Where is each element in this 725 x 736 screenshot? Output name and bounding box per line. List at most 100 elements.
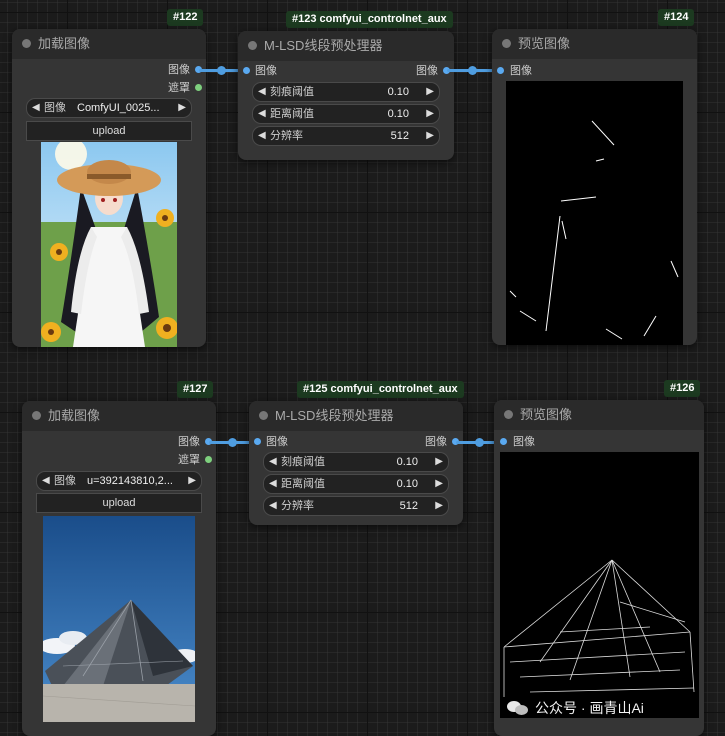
node-title-bar[interactable]: 加载图像: [22, 401, 216, 431]
arrow-left-icon[interactable]: ◀: [258, 83, 266, 101]
arrow-left-icon[interactable]: ◀: [32, 99, 40, 117]
load-image-node[interactable]: 加载图像 图像 遮罩 ◀ 图像 u=392143810,2... ▶ uploa…: [22, 401, 216, 736]
input-image-dot[interactable]: [254, 438, 261, 445]
loaded-image-preview: [43, 516, 195, 722]
link-midpoint-dot[interactable]: [217, 66, 226, 75]
output-mask-slot[interactable]: 遮罩: [178, 453, 200, 467]
widget-label: 距离阈值: [270, 108, 314, 120]
resolution-widget[interactable]: ◀ 分辨率 512 ▶: [263, 496, 449, 516]
widget-value: 512: [399, 500, 418, 512]
loaded-image-preview: [41, 142, 177, 347]
slot-label: 遮罩: [168, 82, 190, 94]
wechat-icon: [507, 699, 529, 717]
arrow-right-icon[interactable]: ▶: [435, 453, 443, 471]
node-title-bar[interactable]: 预览图像: [492, 29, 697, 59]
widget-value: 0.10: [396, 456, 418, 468]
link-midpoint-dot[interactable]: [228, 438, 237, 447]
node-id-badge: #124: [658, 9, 695, 26]
link-midpoint-dot[interactable]: [475, 438, 484, 447]
arrow-right-icon[interactable]: ▶: [188, 472, 196, 490]
resolution-widget[interactable]: ◀ 分辨率 512 ▶: [252, 126, 440, 146]
arrow-right-icon[interactable]: ▶: [426, 127, 434, 145]
output-image-slot[interactable]: 图像: [416, 64, 438, 78]
arrow-right-icon[interactable]: ▶: [435, 475, 443, 493]
slot-label: 遮罩: [178, 454, 200, 466]
link-midpoint-dot[interactable]: [468, 66, 477, 75]
node-title-bar[interactable]: M-LSD线段预处理器: [238, 31, 454, 61]
output-image-slot[interactable]: 图像: [168, 63, 190, 77]
distance-threshold-widget[interactable]: ◀ 距离阈值 0.10 ▶: [252, 104, 440, 124]
node-title-bar[interactable]: M-LSD线段预处理器: [249, 401, 463, 431]
input-image-dot[interactable]: [500, 438, 507, 445]
image-select-widget[interactable]: ◀ 图像 ComfyUI_0025... ▶: [26, 98, 192, 118]
node-title-bar[interactable]: 加载图像: [12, 29, 206, 59]
collapse-dot-icon[interactable]: [259, 411, 268, 420]
upload-button[interactable]: upload: [26, 121, 192, 141]
arrow-left-icon[interactable]: ◀: [269, 497, 277, 515]
node-id-badge: #123 comfyui_controlnet_aux: [286, 11, 453, 28]
slot-label: 图像: [513, 436, 535, 448]
slot-label: 图像: [510, 65, 532, 77]
output-mask-slot[interactable]: 遮罩: [168, 81, 190, 95]
input-image-slot[interactable]: 图像: [513, 435, 535, 449]
node-id-badge: #127: [177, 381, 214, 398]
output-image-slot[interactable]: 图像: [178, 435, 200, 449]
node-title: 预览图像: [518, 36, 571, 51]
input-image-dot[interactable]: [497, 67, 504, 74]
arrow-right-icon[interactable]: ▶: [435, 497, 443, 515]
preview-image-node[interactable]: 预览图像 图像: [492, 29, 697, 345]
mlsd-preprocessor-node[interactable]: M-LSD线段预处理器 图像 图像 ◀ 刻痕阈值 0.10 ▶ ◀ 距离阈值 0…: [238, 31, 454, 160]
arrow-left-icon[interactable]: ◀: [269, 453, 277, 471]
input-image-dot[interactable]: [243, 67, 250, 74]
arrow-left-icon[interactable]: ◀: [258, 127, 266, 145]
arrow-right-icon[interactable]: ▶: [178, 99, 186, 117]
watermark: 公众号 · 画青山Ai: [507, 696, 644, 720]
load-image-node[interactable]: 加载图像 图像 遮罩 ◀ 图像 ComfyUI_0025... ▶ upload: [12, 29, 206, 347]
widget-value: 512: [390, 130, 409, 142]
input-image-slot[interactable]: 图像: [510, 64, 532, 78]
node-title: 预览图像: [520, 407, 573, 422]
widget-value: u=392143810,2...: [87, 475, 173, 487]
node-title: M-LSD线段预处理器: [275, 408, 394, 423]
node-title-bar[interactable]: 预览图像: [494, 400, 704, 430]
arrow-left-icon[interactable]: ◀: [42, 472, 50, 490]
pyramid-line-segments-render: [503, 559, 695, 697]
node-id-badge: #126: [664, 380, 701, 397]
slot-label: 图像: [168, 64, 190, 76]
arrow-left-icon[interactable]: ◀: [258, 105, 266, 123]
input-image-slot[interactable]: 图像: [255, 64, 277, 78]
score-threshold-widget[interactable]: ◀ 刻痕阈值 0.10 ▶: [252, 82, 440, 102]
output-image-slot[interactable]: 图像: [425, 435, 447, 449]
upload-button[interactable]: upload: [36, 493, 202, 513]
watermark-text: 公众号 · 画青山Ai: [535, 700, 644, 716]
widget-value: 0.10: [387, 86, 409, 98]
input-image-slot[interactable]: 图像: [266, 435, 288, 449]
collapse-dot-icon[interactable]: [22, 39, 31, 48]
slot-label: 图像: [416, 65, 438, 77]
output-mask-dot[interactable]: [195, 84, 202, 91]
preview-image-node[interactable]: 预览图像 图像: [494, 400, 704, 736]
widget-value: 0.10: [387, 108, 409, 120]
collapse-dot-icon[interactable]: [248, 41, 257, 50]
preview-output-image: [506, 81, 683, 345]
widget-label: 刻痕阈值: [281, 456, 325, 468]
image-select-widget[interactable]: ◀ 图像 u=392143810,2... ▶: [36, 471, 202, 491]
arrow-left-icon[interactable]: ◀: [269, 475, 277, 493]
collapse-dot-icon[interactable]: [32, 411, 41, 420]
line-segments-render: [509, 120, 679, 340]
widget-value: 0.10: [396, 478, 418, 490]
slot-label: 图像: [178, 436, 200, 448]
score-threshold-widget[interactable]: ◀ 刻痕阈值 0.10 ▶: [263, 452, 449, 472]
node-id-badge: #125 comfyui_controlnet_aux: [297, 381, 464, 398]
distance-threshold-widget[interactable]: ◀ 距离阈值 0.10 ▶: [263, 474, 449, 494]
arrow-right-icon[interactable]: ▶: [426, 105, 434, 123]
output-mask-dot[interactable]: [205, 456, 212, 463]
widget-label: 刻痕阈值: [270, 86, 314, 98]
arrow-right-icon[interactable]: ▶: [426, 83, 434, 101]
collapse-dot-icon[interactable]: [502, 39, 511, 48]
mlsd-preprocessor-node[interactable]: M-LSD线段预处理器 图像 图像 ◀ 刻痕阈值 0.10 ▶ ◀ 距离阈值 0…: [249, 401, 463, 525]
node-title: 加载图像: [38, 36, 91, 51]
slot-label: 图像: [266, 436, 288, 448]
widget-label: 图像: [54, 475, 76, 487]
collapse-dot-icon[interactable]: [504, 410, 513, 419]
